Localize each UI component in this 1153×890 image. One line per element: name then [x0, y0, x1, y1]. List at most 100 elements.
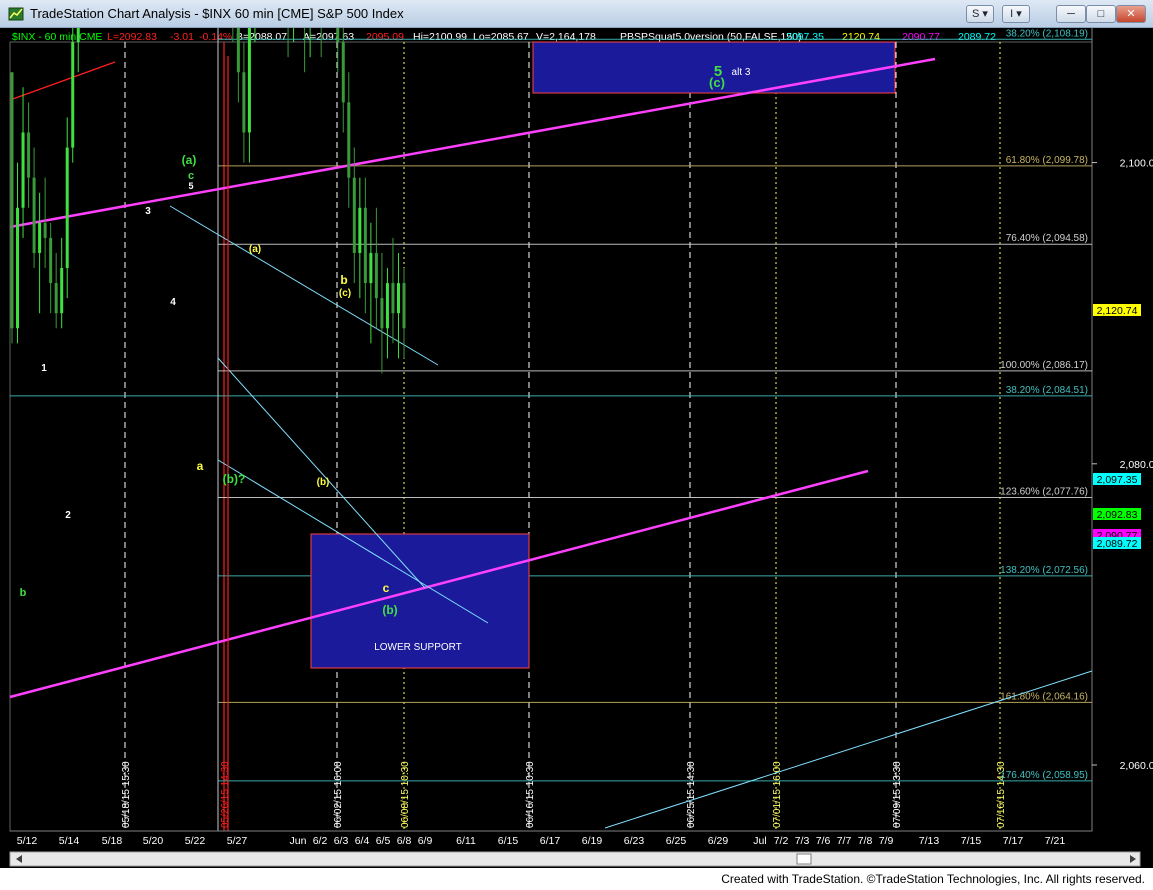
- time-axis-label: 7/6: [816, 835, 831, 847]
- fib-level-label: 38.20% (2,084.51): [1006, 385, 1088, 396]
- chart-area[interactable]: $INX - 60 min CME L=2092.83 -3.01 -0.14% B=2…: [0, 0, 1153, 868]
- wave-label: b: [340, 273, 347, 287]
- candle-body: [54, 283, 58, 314]
- symbol-link-button[interactable]: S ▾: [966, 5, 994, 23]
- minimize-icon: ─: [1067, 8, 1075, 20]
- maximize-button[interactable]: □: [1086, 5, 1116, 23]
- date-marker-label: 06/02/15 16:00: [333, 761, 344, 828]
- status-field: 2097.35: [786, 31, 824, 43]
- wave-label: (b): [382, 603, 397, 617]
- tradestation-app-icon: [8, 7, 24, 21]
- candle-body: [341, 42, 345, 103]
- date-marker-label: 06/25/15 14:30: [686, 761, 697, 828]
- candle-body: [352, 177, 356, 253]
- candle-body: [402, 283, 406, 329]
- lower-support-label: LOWER SUPPORT: [374, 642, 462, 653]
- fib-level-label: 138.20% (2,072.56): [1000, 565, 1088, 576]
- candle-body: [242, 72, 246, 133]
- footer-bar: Created with TradeStation. ©TradeStation…: [0, 868, 1153, 890]
- candle-body: [43, 222, 47, 238]
- price-tag-label: 2,097.35: [1097, 474, 1138, 486]
- minimize-button[interactable]: ─: [1056, 5, 1086, 23]
- price-tag-label: 2,089.72: [1097, 538, 1138, 550]
- status-field: L=2092.83: [107, 31, 157, 43]
- price-tag-label: 2,120.74: [1097, 305, 1138, 317]
- wave-label: (b)?: [223, 472, 246, 486]
- time-axis-label: 6/2: [313, 835, 328, 847]
- window-titlebar: TradeStation Chart Analysis - $INX 60 mi…: [0, 0, 1153, 28]
- date-marker-label: 06/16/15 10:30: [525, 761, 536, 828]
- copyright-text: Created with TradeStation. ©TradeStation…: [721, 872, 1145, 886]
- candle-body: [374, 252, 378, 299]
- time-axis-label: 5/18: [102, 835, 123, 847]
- time-axis-label: 7/13: [919, 835, 940, 847]
- candle-body: [363, 207, 367, 284]
- price-tick-label: 2,080.00: [1120, 459, 1153, 471]
- candle-body: [76, 0, 80, 43]
- time-axis-label: 5/14: [59, 835, 80, 847]
- price-axis-panel: [1092, 28, 1153, 831]
- candle-body: [38, 222, 42, 253]
- status-field: PBSPSquat5.0version (50,FALSE,150): [620, 31, 802, 43]
- status-field: -3.01: [170, 31, 194, 43]
- scrollbar-thumb[interactable]: [796, 853, 812, 865]
- fib-level-label: 123.60% (2,077.76): [1000, 487, 1088, 498]
- time-axis-label: 7/17: [1003, 835, 1024, 847]
- price-tick-label: 2,100.00: [1120, 158, 1153, 170]
- time-axis-label: 5/12: [17, 835, 38, 847]
- candle-body: [391, 283, 395, 314]
- candle-body: [336, 0, 340, 43]
- time-axis-label: 6/11: [456, 835, 476, 847]
- status-field: 2090.77: [902, 31, 940, 43]
- date-marker-label: 05/26/15 14:30: [220, 761, 231, 828]
- window-title: TradeStation Chart Analysis - $INX 60 mi…: [30, 6, 404, 21]
- time-axis-label: 7/9: [879, 835, 894, 847]
- time-axis-label: 5/20: [143, 835, 164, 847]
- alt3-box-label: alt 3: [732, 67, 751, 78]
- time-axis-label: 6/9: [418, 835, 433, 847]
- status-field: Hi=2100.99: [413, 31, 467, 43]
- status-field: $INX - 60 min CME: [12, 31, 102, 43]
- wave-label: (a): [182, 153, 197, 167]
- candle-body: [396, 283, 400, 314]
- time-axis-label: 6/15: [498, 835, 519, 847]
- candle-body: [27, 132, 31, 178]
- status-field: V=2,164,178: [536, 31, 596, 43]
- candle-body: [32, 177, 36, 253]
- wave-label: (a): [249, 244, 261, 255]
- candle-body: [49, 237, 53, 284]
- wave-label: 4: [170, 297, 176, 308]
- time-axis-label: 7/7: [837, 835, 852, 847]
- interval-link-button[interactable]: I ▾: [1002, 5, 1030, 23]
- wave-label: 5: [188, 181, 193, 191]
- wave-label: b: [20, 587, 27, 599]
- time-axis-label: 7/21: [1045, 835, 1066, 847]
- time-axis-label: 6/29: [708, 835, 729, 847]
- close-button[interactable]: ✕: [1116, 5, 1146, 23]
- horizontal-scrollbar[interactable]: [9, 851, 1141, 867]
- time-axis-label: 7/3: [795, 835, 810, 847]
- wave-label: 3: [145, 206, 151, 217]
- candle-body: [60, 268, 64, 314]
- status-field: 2089.72: [958, 31, 996, 43]
- fib-level-label: 76.40% (2,094.58): [1006, 233, 1088, 244]
- wave-label: a: [197, 459, 204, 473]
- wave-label: (c): [709, 75, 725, 90]
- plot-background: [9, 41, 1093, 832]
- status-field: 2095.09: [366, 31, 404, 43]
- time-axis-label: 7/15: [961, 835, 982, 847]
- maximize-icon: □: [1097, 8, 1105, 20]
- symbol-link-label: S: [972, 8, 980, 20]
- close-icon: ✕: [1126, 8, 1136, 20]
- time-axis-label: 6/17: [540, 835, 561, 847]
- time-axis-label: 7/8: [858, 835, 873, 847]
- date-marker-label: 06/08/15 10:30: [400, 761, 411, 828]
- date-marker-label: 05/18/15 15:30: [121, 761, 132, 828]
- time-axis-label: 5/22: [185, 835, 206, 847]
- price-tick-label: 2,060.00: [1120, 760, 1153, 772]
- price-chart[interactable]: $INX - 60 min CME L=2092.83 -3.01 -0.14% B=2…: [0, 0, 1153, 868]
- time-axis-label: 6/3: [334, 835, 349, 847]
- time-axis-label: 6/4: [355, 835, 370, 847]
- time-axis-label: 6/25: [666, 835, 687, 847]
- status-field: 2120.74: [842, 31, 880, 43]
